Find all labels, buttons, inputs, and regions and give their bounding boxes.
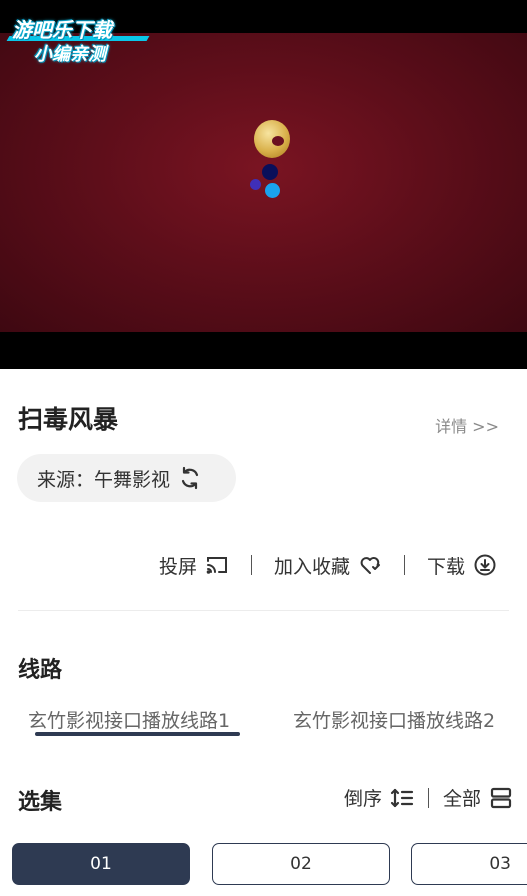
- download-button[interactable]: 下载: [427, 552, 497, 579]
- cast-icon: [206, 557, 227, 574]
- episode-button-03[interactable]: 03: [411, 843, 527, 885]
- source-selector[interactable]: 来源：午舞影视: [17, 454, 236, 502]
- route-tab-2[interactable]: 玄竹影视接口播放线路2: [293, 706, 495, 733]
- download-label: 下载: [426, 555, 465, 578]
- video-player[interactable]: 游吧乐下载 小编亲测: [0, 0, 527, 369]
- episode-button-02[interactable]: 02: [212, 843, 390, 885]
- source-label: 来源：午舞影视: [37, 468, 171, 491]
- action-bar: 投屏 加入收藏 下载: [159, 548, 497, 582]
- refresh-icon[interactable]: [178, 466, 202, 490]
- episodes-heading: 选集: [18, 790, 63, 815]
- watermark-line2: 小编亲测: [34, 44, 106, 65]
- watermark-line1: 游吧乐下载: [12, 18, 112, 42]
- route-tab-1[interactable]: 玄竹影视接口播放线路1: [28, 706, 230, 733]
- list-view-icon: [490, 787, 512, 808]
- sort-icon: [390, 788, 414, 807]
- video-title: 扫毒风暴: [18, 405, 119, 434]
- loading-dot: [265, 183, 280, 198]
- separator: [403, 555, 405, 575]
- routes-heading: 线路: [18, 658, 63, 683]
- separator: [250, 555, 252, 575]
- reverse-order-label: 倒序: [343, 788, 382, 810]
- section-divider: [18, 610, 509, 611]
- separator: [427, 787, 429, 808]
- route-selected-indicator: [35, 732, 240, 736]
- watermark-logo: 游吧乐下载 小编亲测: [6, 8, 150, 66]
- download-icon: [474, 554, 496, 576]
- all-episodes-label: 全部: [442, 788, 481, 810]
- favorite-button[interactable]: 加入收藏: [274, 552, 382, 579]
- loading-dot: [250, 179, 261, 190]
- episode-button-01[interactable]: 01: [12, 843, 190, 885]
- loading-dot: [262, 164, 278, 180]
- cast-button[interactable]: 投屏: [159, 552, 229, 579]
- details-link[interactable]: 详情 >>: [435, 413, 499, 437]
- all-episodes-button[interactable]: 全部: [443, 784, 513, 811]
- favorite-label: 加入收藏: [273, 555, 350, 578]
- loading-logo-icon: [254, 120, 290, 158]
- reverse-order-button[interactable]: 倒序: [344, 784, 414, 811]
- episode-controls: 倒序 全部: [344, 784, 513, 811]
- loading-animation: [250, 118, 300, 203]
- cast-label: 投屏: [158, 555, 197, 578]
- heart-icon: [360, 557, 380, 574]
